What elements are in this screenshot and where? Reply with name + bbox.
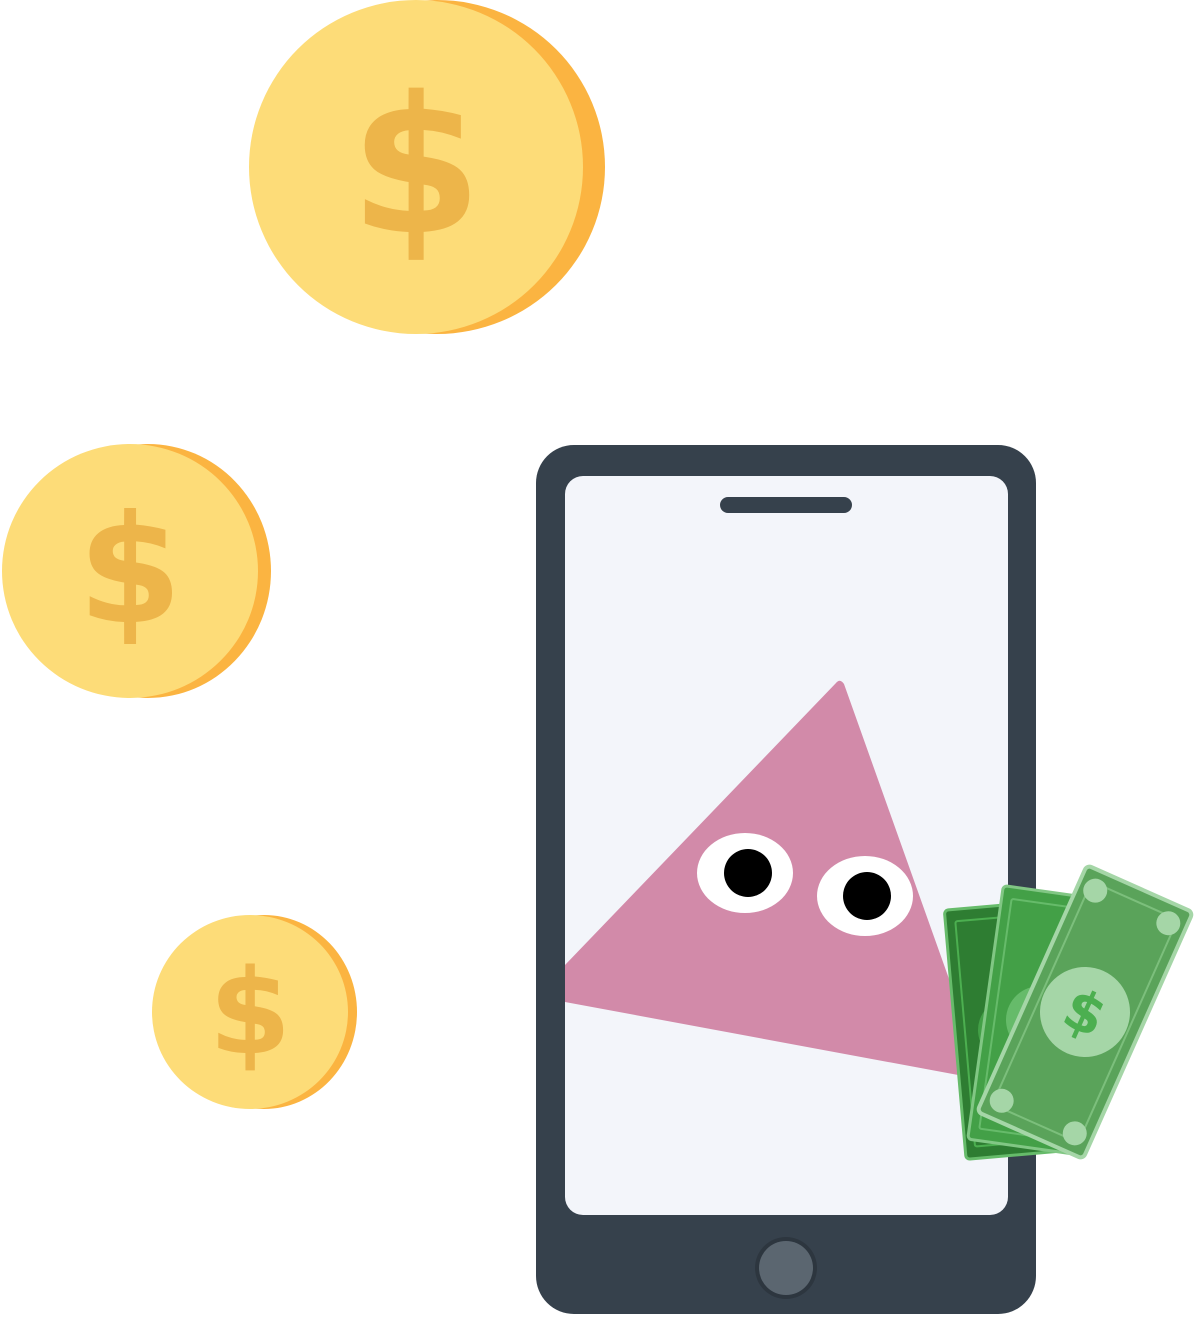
pupil-left [724,849,772,897]
cash-bill-icon: $ $ $ [943,864,1194,1161]
home-button-icon [759,1241,813,1295]
money-phone-illustration: $ $ $ $ [2,0,1194,1314]
coin-small: $ [152,915,357,1109]
coin-large: $ [249,0,605,334]
pupil-right [843,872,891,920]
coin-dollar-symbol: $ [350,56,482,277]
smartphone-icon [536,445,1036,1314]
speaker-slot-icon [720,497,852,513]
coin-medium: $ [2,444,271,698]
coin-dollar-symbol: $ [78,484,182,658]
coin-dollar-symbol: $ [209,943,291,1081]
